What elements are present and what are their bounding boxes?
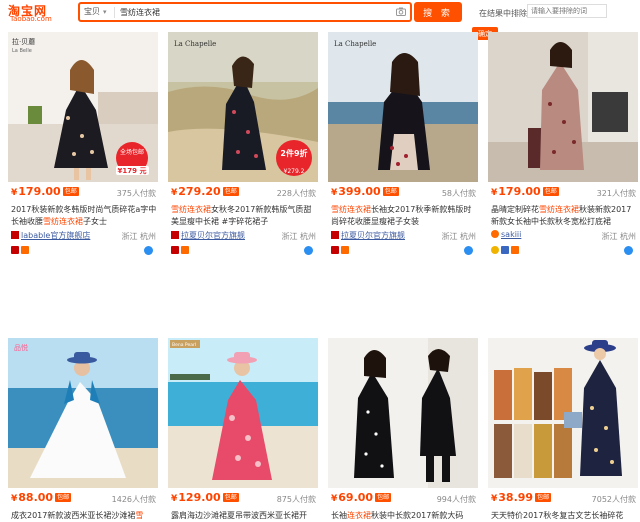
wangwang-chat-icon[interactable] — [304, 246, 313, 255]
product-card[interactable]: Bena Pearl ¥129.00 包邮 875人付款 露肩海边沙滩裙夏吊带波西… — [168, 338, 318, 520]
product-card[interactable]: 品悦 ¥88.00 包邮 1426人付款 成衣2017新款波西米亚长裙沙滩裙雪 — [8, 338, 158, 520]
svg-text:La Chapelle: La Chapelle — [174, 40, 216, 48]
svg-text:2件9折: 2件9折 — [280, 148, 307, 158]
shop-link[interactable]: sakiii — [491, 230, 521, 239]
location: 浙江 杭州 — [601, 232, 636, 241]
guarantee-icon — [501, 246, 509, 254]
product-title[interactable]: 雪纺连衣裙长袖女2017秋季新款韩版时尚碎花收腰显瘦裙子女装 — [331, 204, 477, 228]
search-input[interactable] — [120, 5, 370, 19]
svg-text:全场包邮: 全场包邮 — [120, 148, 144, 156]
svg-text:¥279.2: ¥279.2 — [284, 168, 305, 175]
sales-count: 58人付款 — [441, 189, 476, 198]
price: ¥129.00 包邮 — [171, 491, 239, 504]
search-button[interactable]: 搜 索 — [414, 2, 462, 22]
product-card[interactable]: 全场包邮 ¥179 元 拉·贝蘑 La Belle ¥179.00 包邮 375人… — [8, 32, 158, 262]
seller-icon — [491, 230, 499, 238]
free-shipping-badge: 包邮 — [55, 493, 72, 502]
price: ¥179.00 包邮 — [11, 185, 79, 198]
product-card[interactable]: ¥179.00 包邮 321人付款 晶晴定制碎花雪纺连衣裙秋装新款2017新款女长… — [488, 32, 638, 262]
new-icon — [341, 246, 349, 254]
free-shipping-badge: 包邮 — [542, 187, 559, 196]
search-category-select[interactable]: 宝贝 ▾ — [84, 6, 107, 17]
tmall-icon — [11, 231, 19, 239]
product-card[interactable]: La Chapelle ¥399.00 包邮 58人付款 雪纺连衣裙长袖女2017… — [328, 32, 478, 262]
sales-count: 994人付款 — [436, 495, 476, 504]
product-card[interactable]: La Chapelle 2件9折 ¥279.2 ¥279.20 包邮 228人付款… — [168, 32, 318, 262]
free-shipping-badge: 包邮 — [382, 187, 399, 196]
new-icon — [511, 246, 519, 254]
product-title[interactable]: 天天特价2017秋冬复古文艺长袖碎花 — [491, 510, 637, 522]
exclude-label: 在结果中排除 — [479, 9, 527, 18]
product-image[interactable]: La Chapelle — [328, 32, 478, 182]
price: ¥88.00 包邮 — [11, 491, 72, 504]
wangwang-chat-icon[interactable] — [624, 246, 633, 255]
sales-count: 321人付款 — [596, 189, 636, 198]
free-shipping-badge: 包邮 — [535, 493, 552, 502]
exclude-input[interactable] — [527, 4, 607, 18]
svg-text:La Belle: La Belle — [12, 48, 32, 54]
sales-count: 1426人付款 — [111, 495, 156, 504]
divider — [114, 7, 115, 18]
product-image[interactable]: 品悦 — [8, 338, 158, 488]
service-icons — [491, 246, 635, 256]
product-card[interactable]: ¥38.99 包邮 7052人付款 天天特价2017秋冬复古文艺长袖碎花 — [488, 338, 638, 520]
sales-count: 228人付款 — [276, 189, 316, 198]
svg-text:¥179 元: ¥179 元 — [118, 167, 147, 175]
product-image[interactable] — [488, 32, 638, 182]
location: 浙江 杭州 — [121, 232, 156, 241]
product-image[interactable]: La Chapelle 2件9折 ¥279.2 — [168, 32, 318, 182]
location: 浙江 杭州 — [441, 232, 476, 241]
tmall-icon — [171, 246, 179, 254]
price: ¥179.00 包邮 — [491, 185, 559, 198]
price: ¥279.20 包邮 — [171, 185, 239, 198]
svg-text:La Chapelle: La Chapelle — [334, 40, 376, 48]
price: ¥38.99 包邮 — [491, 491, 552, 504]
product-title[interactable]: 成衣2017新款波西米亚长裙沙滩裙雪 — [11, 510, 157, 522]
free-shipping-badge: 包邮 — [375, 493, 392, 502]
free-shipping-badge: 包邮 — [222, 187, 239, 196]
tmall-icon — [331, 246, 339, 254]
product-title[interactable]: 露肩海边沙滩裙夏吊带波西米亚长裙开 — [171, 510, 317, 522]
wangwang-chat-icon[interactable] — [144, 246, 153, 255]
chevron-down-icon: ▾ — [103, 8, 107, 16]
tmall-icon — [331, 231, 339, 239]
taobao-logo[interactable]: 淘宝网 Taobao.com — [8, 2, 64, 24]
product-title[interactable]: 晶晴定制碎花雪纺连衣裙秋装新款2017新款女长袖中长款秋冬宽松打底裙 — [491, 204, 637, 228]
location: 浙江 杭州 — [281, 232, 316, 241]
tmall-icon — [11, 246, 19, 254]
sales-count: 7052人付款 — [591, 495, 636, 504]
product-title[interactable]: 长袖连衣裙秋装中长款2017新款大码 — [331, 510, 477, 522]
wangwang-chat-icon[interactable] — [464, 246, 473, 255]
new-icon — [21, 246, 29, 254]
sales-count: 375人付款 — [116, 189, 156, 198]
product-card[interactable]: ¥69.00 包邮 994人付款 长袖连衣裙秋装中长款2017新款大码 — [328, 338, 478, 520]
svg-text:品悦: 品悦 — [14, 343, 28, 352]
service-icons — [171, 246, 315, 256]
top-bar: 淘宝网 Taobao.com 宝贝▾ 搜 索 在结果中排除 — [0, 0, 640, 26]
new-icon — [181, 246, 189, 254]
shop-link[interactable]: labable官方旗舰店 — [11, 230, 90, 241]
product-title[interactable]: 2017秋装新款冬韩版时尚气质碎花a字中长袖收腰雪纺连衣裙子女士 — [11, 204, 157, 228]
shop-link[interactable]: 拉夏贝尔官方旗舰 — [331, 230, 405, 241]
free-shipping-badge: 包邮 — [222, 493, 239, 502]
price: ¥399.00 包邮 — [331, 185, 399, 198]
gold-seller-icon — [491, 246, 499, 254]
service-icons — [331, 246, 475, 256]
product-title[interactable]: 雪纺连衣裙女秋冬2017新款韩版气质甜美显瘦中长裙 #字碎花裙子 — [171, 204, 317, 228]
sales-count: 875人付款 — [276, 495, 316, 504]
tmall-icon — [171, 231, 179, 239]
product-image[interactable] — [488, 338, 638, 488]
svg-text:Bena Pearl: Bena Pearl — [172, 342, 196, 348]
price: ¥69.00 包邮 — [331, 491, 392, 504]
service-icons — [11, 246, 155, 256]
free-shipping-badge: 包邮 — [62, 187, 79, 196]
product-image[interactable]: 全场包邮 ¥179 元 拉·贝蘑 La Belle — [8, 32, 158, 182]
camera-icon[interactable] — [396, 7, 406, 16]
svg-text:拉·贝蘑: 拉·贝蘑 — [12, 37, 35, 46]
product-image[interactable] — [328, 338, 478, 488]
product-image[interactable]: Bena Pearl — [168, 338, 318, 488]
search-box: 宝贝 ▾ — [78, 2, 412, 22]
shop-link[interactable]: 拉夏贝尔官方旗舰 — [171, 230, 245, 241]
